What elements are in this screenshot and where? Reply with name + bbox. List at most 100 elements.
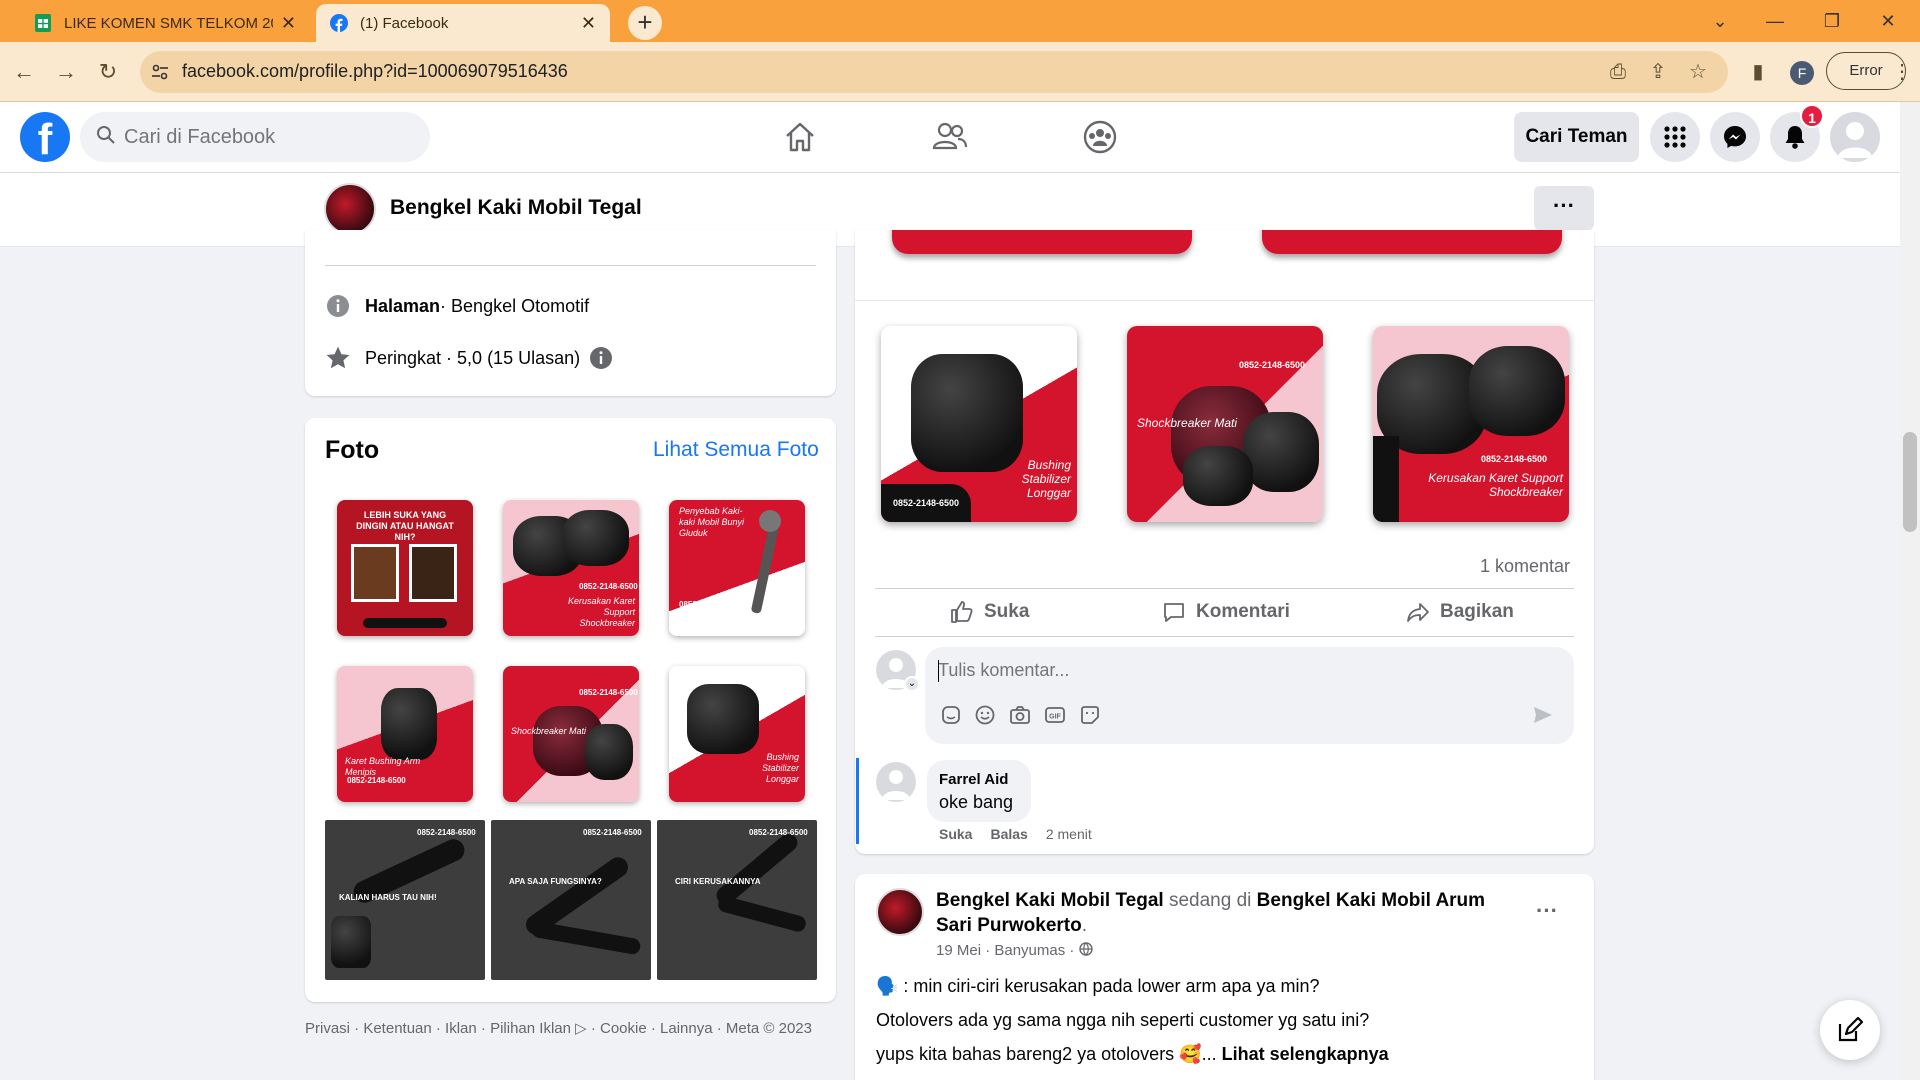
photo-thumbnail[interactable]: CIRI KERUSAKANNYA 0852-2148-6500 [657, 820, 817, 980]
facebook-icon [330, 14, 348, 32]
comment-reply-link[interactable]: Balas [990, 826, 1027, 842]
chevron-down-icon[interactable]: ⌄ [904, 676, 920, 692]
more-options-button[interactable]: ··· [1534, 186, 1594, 230]
page-avatar[interactable] [324, 183, 376, 235]
photo-thumbnail[interactable]: Karet Bushing Arm Menipis 0852-2148-6500 [325, 654, 485, 814]
post-image[interactable]: Shockbreaker Mati 0852-2148-6500 [1102, 301, 1348, 545]
like-label: Suka [984, 601, 1030, 622]
like-button[interactable]: Suka [950, 594, 1029, 630]
photo-thumbnail[interactable]: APA SAJA FUNGSINYA? 0852-2148-6500 [491, 820, 651, 980]
avatar-sticker-icon[interactable] [938, 702, 964, 728]
photo-caption: Karet Bushing Arm Menipis [345, 756, 421, 777]
share-icon[interactable]: ⇪ [1644, 58, 1672, 86]
back-button[interactable]: ← [10, 58, 38, 86]
phone-text: 0852-2148-6500 [417, 828, 476, 837]
forward-button[interactable]: → [52, 58, 80, 86]
profile-avatar[interactable]: F [1790, 61, 1814, 85]
tab-search-icon[interactable]: ⌄ [1700, 6, 1740, 36]
page-avatar[interactable] [876, 888, 924, 936]
post-image[interactable]: 0852-2148-6500 Kerusakan Karet Support S… [1348, 301, 1594, 545]
maximize-button[interactable]: ❐ [1812, 6, 1852, 36]
thumbs-up-icon [950, 600, 974, 624]
comment-text: oke bang [939, 792, 1014, 812]
account-avatar[interactable] [1830, 112, 1880, 162]
gif-icon[interactable]: GIF [1042, 702, 1068, 728]
phone-text: 0852-2148-6500 [749, 828, 808, 837]
messenger-icon[interactable] [1710, 112, 1760, 162]
menu-grid-icon[interactable] [1650, 112, 1700, 162]
phone-text: 0852-2148-6500 [579, 688, 638, 697]
search-icon [96, 125, 116, 150]
tab-facebook[interactable]: (1) Facebook ✕ [316, 4, 610, 42]
see-all-photos-link[interactable]: Lihat Semua Foto [653, 438, 819, 462]
star-icon [325, 345, 351, 371]
sticker-icon[interactable] [1077, 702, 1103, 728]
scrollbar-thumb[interactable] [1903, 432, 1917, 532]
photo-thumbnail[interactable]: Bushing Stabilizer Longgar [657, 654, 817, 814]
page-title[interactable]: Bengkel Kaki Mobil Tegal [390, 196, 642, 220]
search-input[interactable] [124, 112, 414, 162]
share-arrow-icon [1406, 600, 1430, 624]
find-friends-button[interactable]: Cari Teman [1514, 112, 1639, 162]
photo-thumbnail[interactable]: KALIAN HARUS TAU NIH! 0852-2148-6500 [325, 820, 485, 980]
photo-thumbnail[interactable]: Penyebab Kaki-kaki Mobil Bunyi Gluduk 08… [657, 488, 817, 648]
photo-thumbnail[interactable]: LEBIH SUKA YANG DINGIN ATAU HANGAT NIH? [325, 488, 485, 648]
share-button[interactable]: Bagikan [1406, 594, 1514, 630]
post-image-partial[interactable] [1226, 230, 1594, 266]
post-text: yups kita bahas bareng2 ya otolovers 🥰..… [876, 1044, 1222, 1064]
emoji-icon[interactable] [972, 702, 998, 728]
divider [875, 588, 1574, 589]
new-message-button[interactable] [1820, 1000, 1880, 1060]
close-tab-icon[interactable]: ✕ [281, 13, 296, 34]
share-label: Bagikan [1440, 601, 1514, 622]
photo-caption: Bushing Stabilizer Longgar [761, 752, 799, 784]
scrollbar-track[interactable] [1900, 102, 1920, 1080]
post-image-partial[interactable] [856, 230, 1224, 266]
new-tab-button[interactable]: + [628, 6, 662, 40]
photo-thumbnail[interactable]: 0852-2148-6500 Kerusakan Karet Support S… [491, 488, 651, 648]
post-options-button[interactable]: ··· [1536, 898, 1558, 924]
facebook-logo[interactable]: f [20, 112, 70, 164]
bookmark-star-icon[interactable]: ☆ [1684, 58, 1712, 86]
minimize-button[interactable]: — [1755, 6, 1795, 36]
phone-text: 0852-2148-6500 [1481, 454, 1548, 464]
install-app-icon[interactable]: ⎙ [1604, 58, 1632, 86]
rating-info-icon[interactable] [588, 345, 614, 371]
tab-sheets[interactable]: LIKE KOMEN SMK TELKOM 2023 ✕ [20, 4, 310, 42]
post-author[interactable]: Bengkel Kaki Mobil Tegal [936, 890, 1164, 911]
camera-icon[interactable] [1007, 702, 1033, 728]
menu-icon[interactable]: ⋮ [1888, 58, 1916, 86]
post-at-word: sedang di [1163, 890, 1257, 911]
comment-actions: Suka Balas 2 menit [939, 826, 1092, 842]
comment-like-link[interactable]: Suka [939, 826, 972, 842]
comment-time[interactable]: 2 menit [1046, 826, 1092, 842]
footer-links[interactable]: Privasi · Ketentuan · Iklan · Pilihan Ik… [305, 1018, 825, 1039]
close-tab-icon[interactable]: ✕ [581, 13, 596, 34]
site-info-icon[interactable] [150, 62, 170, 87]
comment-button[interactable]: Komentari [1162, 594, 1290, 630]
close-window-button[interactable]: ✕ [1868, 6, 1908, 36]
rating-text: Peringkat · 5,0 (15 Ulasan) [365, 347, 581, 368]
home-icon[interactable] [779, 116, 821, 158]
see-more-link[interactable]: Lihat selengkapnya [1222, 1044, 1389, 1064]
comment-count[interactable]: 1 komentar [1480, 556, 1570, 577]
send-icon[interactable] [1530, 702, 1556, 728]
svg-text:GIF: GIF [1049, 714, 1061, 721]
photo-caption: Penyebab Kaki-kaki Mobil Bunyi Gluduk [679, 506, 745, 538]
phone-text: 0852-2148-6500 [583, 828, 642, 837]
comment-icon [1162, 600, 1186, 624]
reload-button[interactable]: ↻ [94, 58, 122, 86]
comment-author[interactable]: Farrel Aid [939, 771, 1008, 788]
phone-text: 0852-2148-6500 [579, 582, 638, 591]
post-image-caption: Kerusakan Karet Support Shockbreaker [1428, 471, 1563, 499]
side-panel-icon[interactable]: ▮ [1744, 58, 1772, 86]
divider [875, 636, 1574, 637]
post-image[interactable]: 0852-2148-6500 Bushing Stabilizer Longga… [856, 301, 1102, 545]
groups-icon[interactable] [1079, 116, 1121, 158]
compose-icon [1838, 1016, 1864, 1042]
commenter-avatar[interactable] [876, 762, 916, 802]
photo-thumbnail[interactable]: Shockbreaker Mati 0852-2148-6500 [491, 654, 651, 814]
friends-icon[interactable] [929, 116, 971, 158]
post-date[interactable]: 19 Mei · Banyumas · [936, 942, 1079, 959]
comment-input[interactable] [938, 655, 1538, 685]
